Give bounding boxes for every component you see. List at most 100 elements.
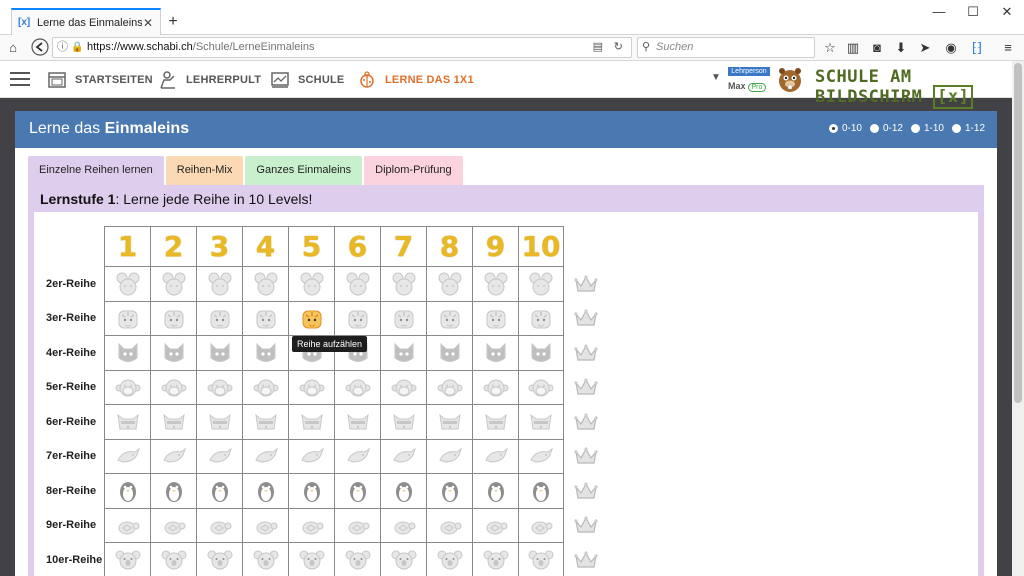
penguin-icon[interactable] [391,478,417,504]
range-option-0-12[interactable]: 0-12 [869,123,903,134]
menu-icon[interactable]: ≡ [998,38,1018,58]
level-cell[interactable] [150,369,196,405]
level-cell[interactable] [104,438,150,474]
level-cell[interactable] [334,473,380,508]
close-window-button[interactable]: ✕ [990,0,1024,24]
browser-tab[interactable]: [x] Lerne das Einmaleins online ✕ [11,8,161,35]
user-menu[interactable]: Lehrperson Max Pro [728,67,770,94]
cat-icon[interactable] [207,340,233,366]
extension-icon[interactable]: ⁅⁆ [967,38,987,58]
radio-button[interactable] [869,124,879,133]
level-cell[interactable] [472,335,518,370]
level-cell[interactable] [196,507,242,543]
level-cell[interactable] [472,473,518,508]
monkey-icon[interactable] [253,375,279,401]
cat-icon[interactable] [391,340,417,366]
nav-lehrerpult[interactable]: LEHRERPULT [158,61,261,98]
turtle-icon[interactable] [253,513,279,539]
dolphin-icon[interactable] [161,444,187,470]
level-cell[interactable] [242,542,288,576]
raccoon-icon[interactable] [483,409,509,435]
cat-icon[interactable] [528,340,554,366]
mouse-icon[interactable] [528,271,554,297]
level-cell[interactable] [242,438,288,474]
level-cell[interactable] [288,542,334,576]
level-cell[interactable] [518,300,564,336]
raccoon-icon[interactable] [345,409,371,435]
level-cell[interactable] [288,473,334,508]
level-cell[interactable] [104,300,150,336]
mouse-icon[interactable] [437,271,463,297]
level-cell[interactable] [472,266,518,301]
pocket-icon[interactable]: ◙ [867,38,887,58]
dolphin-icon[interactable] [483,444,509,470]
monkey-icon[interactable] [161,375,187,401]
level-cell[interactable] [150,404,196,439]
koala-icon[interactable] [483,547,509,573]
turtle-icon[interactable] [207,513,233,539]
tiger-icon[interactable] [528,306,554,332]
dolphin-icon[interactable] [437,444,463,470]
mouse-icon[interactable] [299,271,325,297]
level-cell[interactable] [380,266,426,301]
monkey-icon[interactable] [115,375,141,401]
tiger-icon[interactable] [253,306,279,332]
level-cell[interactable] [104,369,150,405]
level-cell[interactable] [242,335,288,370]
tiger-icon[interactable] [345,306,371,332]
chevron-down-icon[interactable]: ▼ [711,72,721,83]
radio-button[interactable] [951,124,961,133]
level-cell[interactable] [288,404,334,439]
dolphin-icon[interactable] [391,444,417,470]
range-option-1-12[interactable]: 1-12 [951,123,985,134]
tab-ganzes-einmaleins[interactable]: Ganzes Einmaleins [245,156,363,185]
level-cell[interactable] [334,507,380,543]
nav-lerne-1x1[interactable]: LERNE DAS 1X1 [357,61,474,98]
tiger-icon[interactable] [437,306,463,332]
range-option-0-10[interactable]: 0-10 [828,123,862,134]
level-cell[interactable] [380,507,426,543]
tiger-icon[interactable] [161,306,187,332]
level-cell[interactable] [288,300,334,336]
raccoon-icon[interactable] [528,409,554,435]
range-option-1-10[interactable]: 1-10 [910,123,944,134]
koala-icon[interactable] [528,547,554,573]
site-logo[interactable]: SCHULE AM BILDSCHIRM [x] [815,67,1024,109]
level-cell[interactable] [426,542,472,576]
raccoon-icon[interactable] [299,409,325,435]
level-cell[interactable] [380,300,426,336]
level-cell[interactable] [518,404,564,439]
tiger-icon[interactable] [391,306,417,332]
level-cell[interactable] [150,335,196,370]
level-cell[interactable] [426,300,472,336]
penguin-icon[interactable] [483,478,509,504]
level-cell[interactable] [196,300,242,336]
level-cell[interactable] [104,404,150,439]
level-cell[interactable] [150,542,196,576]
nav-schule[interactable]: SCHULE [270,61,344,98]
koala-icon[interactable] [345,547,371,573]
level-cell[interactable] [426,507,472,543]
level-cell[interactable] [472,542,518,576]
level-cell[interactable] [472,438,518,474]
download-icon[interactable]: ⬇ [891,38,911,58]
mouse-icon[interactable] [115,271,141,297]
cat-icon[interactable] [115,340,141,366]
level-cell[interactable] [104,266,150,301]
cat-icon[interactable] [161,340,187,366]
level-cell[interactable] [426,369,472,405]
penguin-icon[interactable] [207,478,233,504]
level-cell[interactable] [150,300,196,336]
cat-icon[interactable] [483,340,509,366]
raccoon-icon[interactable] [115,409,141,435]
close-tab-icon[interactable]: ✕ [142,16,154,30]
mouse-icon[interactable] [161,271,187,297]
monkey-icon[interactable] [391,375,417,401]
level-cell[interactable] [518,542,564,576]
level-cell[interactable] [426,438,472,474]
new-tab-button[interactable]: + [163,12,183,32]
penguin-icon[interactable] [528,478,554,504]
tab-reihen-mix[interactable]: Reihen-Mix [165,156,244,185]
dolphin-icon[interactable] [207,444,233,470]
turtle-icon[interactable] [483,513,509,539]
